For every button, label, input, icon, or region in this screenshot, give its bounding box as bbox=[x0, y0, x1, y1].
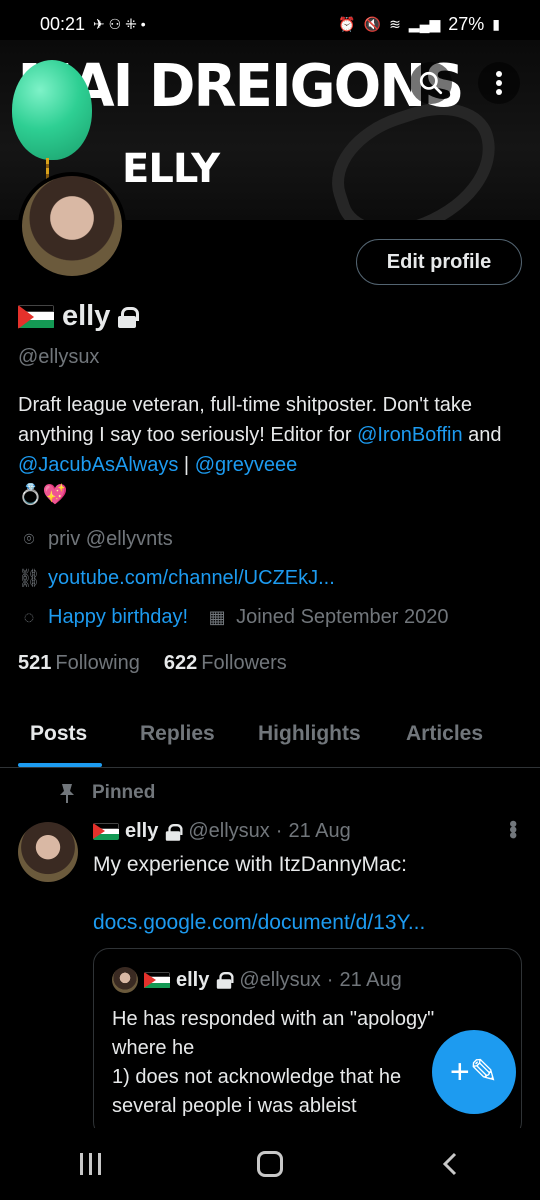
bio-emoji: 💍💖 bbox=[18, 484, 68, 506]
lock-icon bbox=[118, 306, 140, 328]
profile-avatar[interactable] bbox=[18, 172, 126, 280]
compose-button[interactable]: +✎ bbox=[432, 1030, 516, 1114]
edit-profile-button[interactable]: Edit profile bbox=[356, 239, 522, 285]
post-separator: · bbox=[275, 820, 283, 842]
pin-icon bbox=[60, 784, 74, 803]
pinned-label-row: Pinned bbox=[58, 782, 155, 804]
website-row: ⛓ youtube.com/channel/UCZEkJ... bbox=[18, 567, 335, 590]
location-pin-icon: ⌾ bbox=[23, 529, 35, 549]
more-button[interactable] bbox=[478, 62, 520, 104]
palestine-flag-icon bbox=[144, 971, 170, 989]
post-header: elly @ellysux · 21 Aug bbox=[93, 820, 351, 843]
display-name: elly bbox=[62, 300, 111, 332]
battery-level: 27% bbox=[448, 13, 485, 34]
compose-icon: +✎ bbox=[449, 1053, 499, 1091]
status-time: 00:21 bbox=[40, 13, 86, 34]
recent-apps-icon bbox=[79, 1153, 101, 1175]
lock-icon bbox=[166, 823, 183, 841]
wifi-icon: ≋ bbox=[389, 15, 401, 32]
back-button[interactable] bbox=[420, 1139, 480, 1189]
followers-label: Followers bbox=[201, 652, 287, 674]
post-author-handle: @ellysux bbox=[188, 820, 270, 842]
profile-tabs: Posts Replies Highlights Articles bbox=[0, 708, 540, 768]
search-icon bbox=[419, 71, 443, 95]
quoted-author-name: elly bbox=[176, 968, 210, 991]
bio-separator: | bbox=[178, 454, 195, 476]
tab-articles[interactable]: Articles bbox=[406, 708, 483, 768]
birthday-joined-row: ◌ Happy birthday! ▦ Joined September 202… bbox=[18, 606, 449, 629]
status-bar: 00:21 ✈ ⚇ ⁜ • ⏰ 🔇 ≋ ▂▄▆ 27% ▮ bbox=[0, 0, 540, 48]
post-author-name[interactable]: elly bbox=[125, 820, 158, 843]
home-icon bbox=[257, 1151, 283, 1177]
alarm-icon: ⏰ bbox=[338, 15, 356, 32]
profile-handle: @ellysux bbox=[18, 346, 100, 368]
location-text: priv @ellyvnts bbox=[48, 528, 173, 550]
followers-count: 622 bbox=[163, 652, 198, 674]
battery-icon: ▮ bbox=[492, 15, 500, 32]
home-button[interactable] bbox=[240, 1139, 300, 1189]
mute-icon: 🔇 bbox=[363, 15, 382, 32]
quoted-date: 21 Aug bbox=[339, 968, 402, 991]
bio-mention-ironboffin[interactable]: @IronBoffin bbox=[357, 424, 463, 446]
following-link[interactable]: 521 Following bbox=[18, 652, 140, 675]
signal-icon: ▂▄▆ bbox=[408, 15, 441, 32]
post-text: My experience with ItzDannyMac: bbox=[93, 853, 407, 876]
profile-bio: Draft league veteran, full-time shitpost… bbox=[18, 390, 518, 510]
notification-icons: ✈ ⚇ ⁜ • bbox=[93, 15, 146, 32]
bio-mention-greyveee[interactable]: @greyveee bbox=[195, 454, 298, 476]
balloon-small-icon: ◌ bbox=[23, 607, 35, 627]
quoted-author-handle: @ellysux bbox=[239, 968, 321, 991]
pinned-label: Pinned bbox=[92, 782, 156, 803]
system-nav-bar bbox=[0, 1128, 540, 1200]
palestine-flag-icon bbox=[18, 304, 54, 329]
link-icon: ⛓ bbox=[18, 568, 41, 588]
bio-text-and: and bbox=[462, 424, 502, 446]
avatar-image bbox=[22, 176, 122, 276]
calendar-icon: ▦ bbox=[208, 607, 226, 627]
followers-link[interactable]: 622 Followers bbox=[164, 652, 287, 675]
tab-replies[interactable]: Replies bbox=[140, 708, 215, 768]
banner-subtitle: ELLY bbox=[122, 146, 220, 192]
palestine-flag-icon bbox=[93, 823, 119, 840]
quoted-post-avatar bbox=[112, 967, 138, 993]
lock-icon bbox=[217, 972, 234, 989]
post-avatar[interactable] bbox=[18, 822, 78, 882]
following-label: Following bbox=[55, 652, 140, 674]
recent-apps-button[interactable] bbox=[60, 1139, 120, 1189]
post-date: 21 Aug bbox=[288, 820, 351, 842]
following-count: 521 bbox=[18, 652, 52, 674]
joined-text: Joined September 2020 bbox=[236, 606, 449, 628]
search-button[interactable] bbox=[410, 62, 452, 104]
display-name-row: elly bbox=[18, 300, 140, 333]
balloon-icon bbox=[12, 60, 92, 160]
back-icon bbox=[442, 1152, 457, 1176]
bio-mention-jacubasalways[interactable]: @JacubAsAlways bbox=[18, 454, 178, 476]
post-more-icon[interactable]: ••• bbox=[500, 820, 526, 837]
quoted-post-header: elly @ellysux · 21 Aug bbox=[112, 967, 402, 993]
tab-posts[interactable]: Posts bbox=[30, 708, 87, 768]
active-tab-indicator bbox=[18, 763, 102, 767]
post-link[interactable]: docs.google.com/document/d/13Y... bbox=[93, 908, 425, 938]
quoted-separator: · bbox=[326, 968, 334, 991]
website-link[interactable]: youtube.com/channel/UCZEkJ... bbox=[48, 567, 335, 590]
tab-highlights[interactable]: Highlights bbox=[258, 708, 361, 768]
location-row: ⌾ priv @ellyvnts bbox=[18, 528, 173, 551]
follow-counts: 521 Following 622 Followers bbox=[18, 652, 287, 675]
birthday-link[interactable]: Happy birthday! bbox=[48, 606, 188, 629]
more-vertical-icon bbox=[496, 71, 502, 95]
